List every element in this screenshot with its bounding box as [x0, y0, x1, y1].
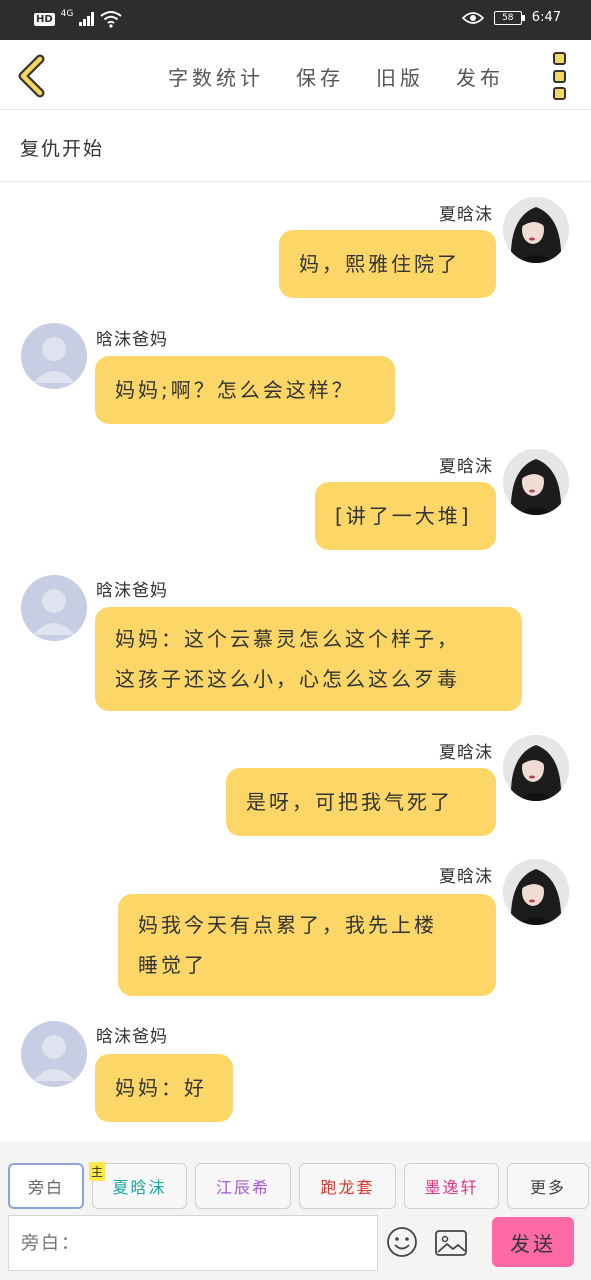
- image-button[interactable]: [434, 1228, 468, 1258]
- message-text: 是呀，可把我气死了: [246, 790, 453, 814]
- message-text-line: 睡觉了: [138, 953, 207, 977]
- chapter-title-bar[interactable]: 复仇开始: [0, 110, 591, 182]
- default-avatar-icon: [33, 337, 75, 383]
- picture-icon: [435, 1230, 467, 1256]
- avatar[interactable]: [21, 575, 87, 641]
- speaker-name: 晗沫爸妈: [96, 581, 168, 601]
- role-xia-hanmo-button[interactable]: 主 夏晗沫: [89, 1162, 187, 1209]
- more-roles-button[interactable]: 更多: [507, 1163, 589, 1209]
- status-bar: HD 4G 58 6:47: [0, 0, 591, 40]
- speaker-name: 晗沫爸妈: [96, 1027, 168, 1047]
- role-jiang-chenxi-button[interactable]: 江辰希: [195, 1163, 291, 1209]
- role-extra-button[interactable]: 跑龙套: [299, 1163, 396, 1209]
- message-text-line: 妈妈：这个云慕灵怎么这个样子，: [115, 627, 460, 651]
- message-bubble[interactable]: 妈妈;啊？怎么会这样？: [95, 356, 395, 424]
- old-version-button[interactable]: 旧版: [376, 62, 424, 91]
- message-text: 妈妈：好: [115, 1076, 207, 1100]
- word-count-button[interactable]: 字数统计: [168, 62, 264, 91]
- message-input[interactable]: [8, 1215, 378, 1271]
- chevron-left-icon: [18, 54, 45, 98]
- more-dot-icon: [553, 69, 566, 83]
- publish-button[interactable]: 发布: [456, 62, 504, 91]
- compose-panel: 旁白 主 夏晗沫 江辰希 跑龙套 墨逸轩 更多 旁白： 发送: [0, 1141, 591, 1280]
- role-label: 跑龙套: [320, 1178, 375, 1197]
- message-bubble[interactable]: 妈妈：好: [95, 1054, 233, 1122]
- avatar-girl-image: [503, 735, 569, 801]
- message-text-line: 妈我今天有点累了，我先上楼: [138, 913, 437, 937]
- role-label: 墨逸轩: [424, 1178, 479, 1197]
- default-avatar-icon: [33, 589, 75, 635]
- avatar[interactable]: [21, 323, 87, 389]
- message-text-line: 这孩子还这么小，心怎么这么歹毒: [115, 667, 460, 691]
- back-button[interactable]: [14, 54, 54, 98]
- avatar[interactable]: [503, 859, 569, 925]
- speaker-name: 晗沫爸妈: [96, 330, 168, 350]
- wifi-icon: [100, 11, 122, 28]
- speaker-name: 夏晗沫: [439, 457, 493, 477]
- message-bubble[interactable]: [讲了一大堆]: [315, 482, 496, 550]
- message-bubble[interactable]: 妈我今天有点累了，我先上楼 睡觉了: [118, 894, 496, 996]
- speaker-name: 夏晗沫: [439, 743, 493, 763]
- smiley-icon: [387, 1227, 417, 1257]
- avatar[interactable]: [503, 197, 569, 263]
- role-label: 更多: [529, 1178, 566, 1197]
- battery-level: 58: [502, 12, 514, 23]
- speaker-name: 夏晗沫: [439, 205, 493, 225]
- avatar-girl-image: [503, 449, 569, 515]
- emoji-button[interactable]: [386, 1226, 418, 1258]
- send-label: 发送: [510, 1231, 556, 1256]
- speaker-name: 夏晗沫: [439, 867, 493, 887]
- chapter-title: 复仇开始: [20, 138, 105, 160]
- message-bubble[interactable]: 妈，熙雅住院了: [279, 230, 496, 298]
- input-row: 发送: [8, 1215, 591, 1271]
- message-bubble[interactable]: 是呀，可把我气死了: [226, 768, 496, 836]
- role-mo-yixuan-button[interactable]: 墨逸轩: [404, 1163, 499, 1209]
- battery-icon: 58: [493, 10, 525, 25]
- eye-icon: [461, 11, 484, 24]
- message-bubble[interactable]: 妈妈：这个云慕灵怎么这个样子， 这孩子还这么小，心怎么这么歹毒: [95, 607, 522, 711]
- main-role-tag: 主: [89, 1162, 106, 1181]
- more-dot-icon: [553, 52, 566, 65]
- role-narrator-button[interactable]: 旁白: [8, 1163, 84, 1209]
- avatar-girl-image: [503, 859, 569, 925]
- clock: 6:47: [531, 10, 561, 25]
- toolbar: 字数统计 保存 旧版 发布: [0, 40, 591, 110]
- role-label: 夏晗沫: [112, 1178, 167, 1197]
- message-text: 妈妈;啊？怎么会这样？: [115, 378, 355, 402]
- avatar[interactable]: [503, 449, 569, 515]
- signal-icon: [79, 12, 95, 26]
- send-button[interactable]: 发送: [492, 1217, 574, 1267]
- role-label: 旁白: [27, 1178, 64, 1197]
- more-dot-icon: [553, 87, 566, 100]
- role-label: 江辰希: [215, 1178, 270, 1197]
- chat-area[interactable]: 夏晗沫 妈，熙雅住院了 晗沫爸妈 妈妈;啊？怎么会这样？ 夏晗沫 [讲了一大堆]…: [0, 183, 591, 1141]
- message-text: 妈，熙雅住院了: [299, 252, 460, 276]
- network-type: 4G: [60, 9, 74, 19]
- avatar-girl-image: [503, 197, 569, 263]
- avatar[interactable]: [503, 735, 569, 801]
- message-text: [讲了一大堆]: [335, 504, 472, 528]
- save-button[interactable]: 保存: [296, 62, 344, 91]
- default-avatar-icon: [33, 1035, 75, 1081]
- role-selector: 旁白 主 夏晗沫 江辰希 跑龙套 墨逸轩 更多: [8, 1162, 589, 1209]
- more-menu-button[interactable]: [553, 52, 569, 100]
- hd-badge: HD: [34, 12, 55, 26]
- avatar[interactable]: [21, 1021, 87, 1087]
